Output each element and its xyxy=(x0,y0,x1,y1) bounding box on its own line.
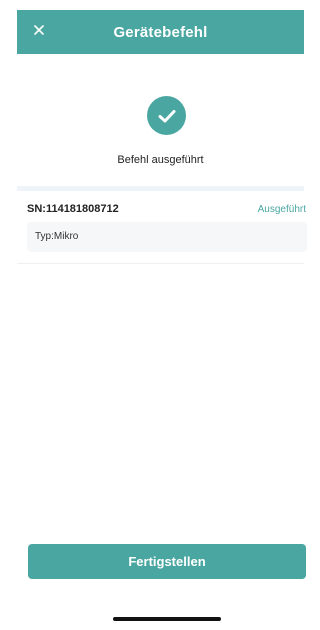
close-icon xyxy=(33,23,45,41)
page-title: Gerätebefehl xyxy=(113,23,208,41)
device-serial-number: SN:114181808712 xyxy=(27,203,119,215)
device-type: Typ:Mikro xyxy=(35,231,79,242)
command-screen: Gerätebefehl Befehl ausgeführt SN:114181… xyxy=(0,0,320,630)
device-card: SN:114181808712 Ausgeführt Typ:Mikro xyxy=(17,191,307,264)
home-indicator[interactable] xyxy=(113,617,221,621)
status-section: Befehl ausgeführt xyxy=(17,54,304,186)
device-type-box: Typ:Mikro xyxy=(27,222,307,252)
close-button[interactable] xyxy=(27,20,51,44)
check-circle-icon xyxy=(147,96,186,135)
status-message: Befehl ausgeführt xyxy=(117,154,204,166)
header-bar: Gerätebefehl xyxy=(17,10,304,54)
finish-button[interactable]: Fertigstellen xyxy=(28,544,306,579)
device-status-label: Ausgeführt xyxy=(257,204,306,215)
